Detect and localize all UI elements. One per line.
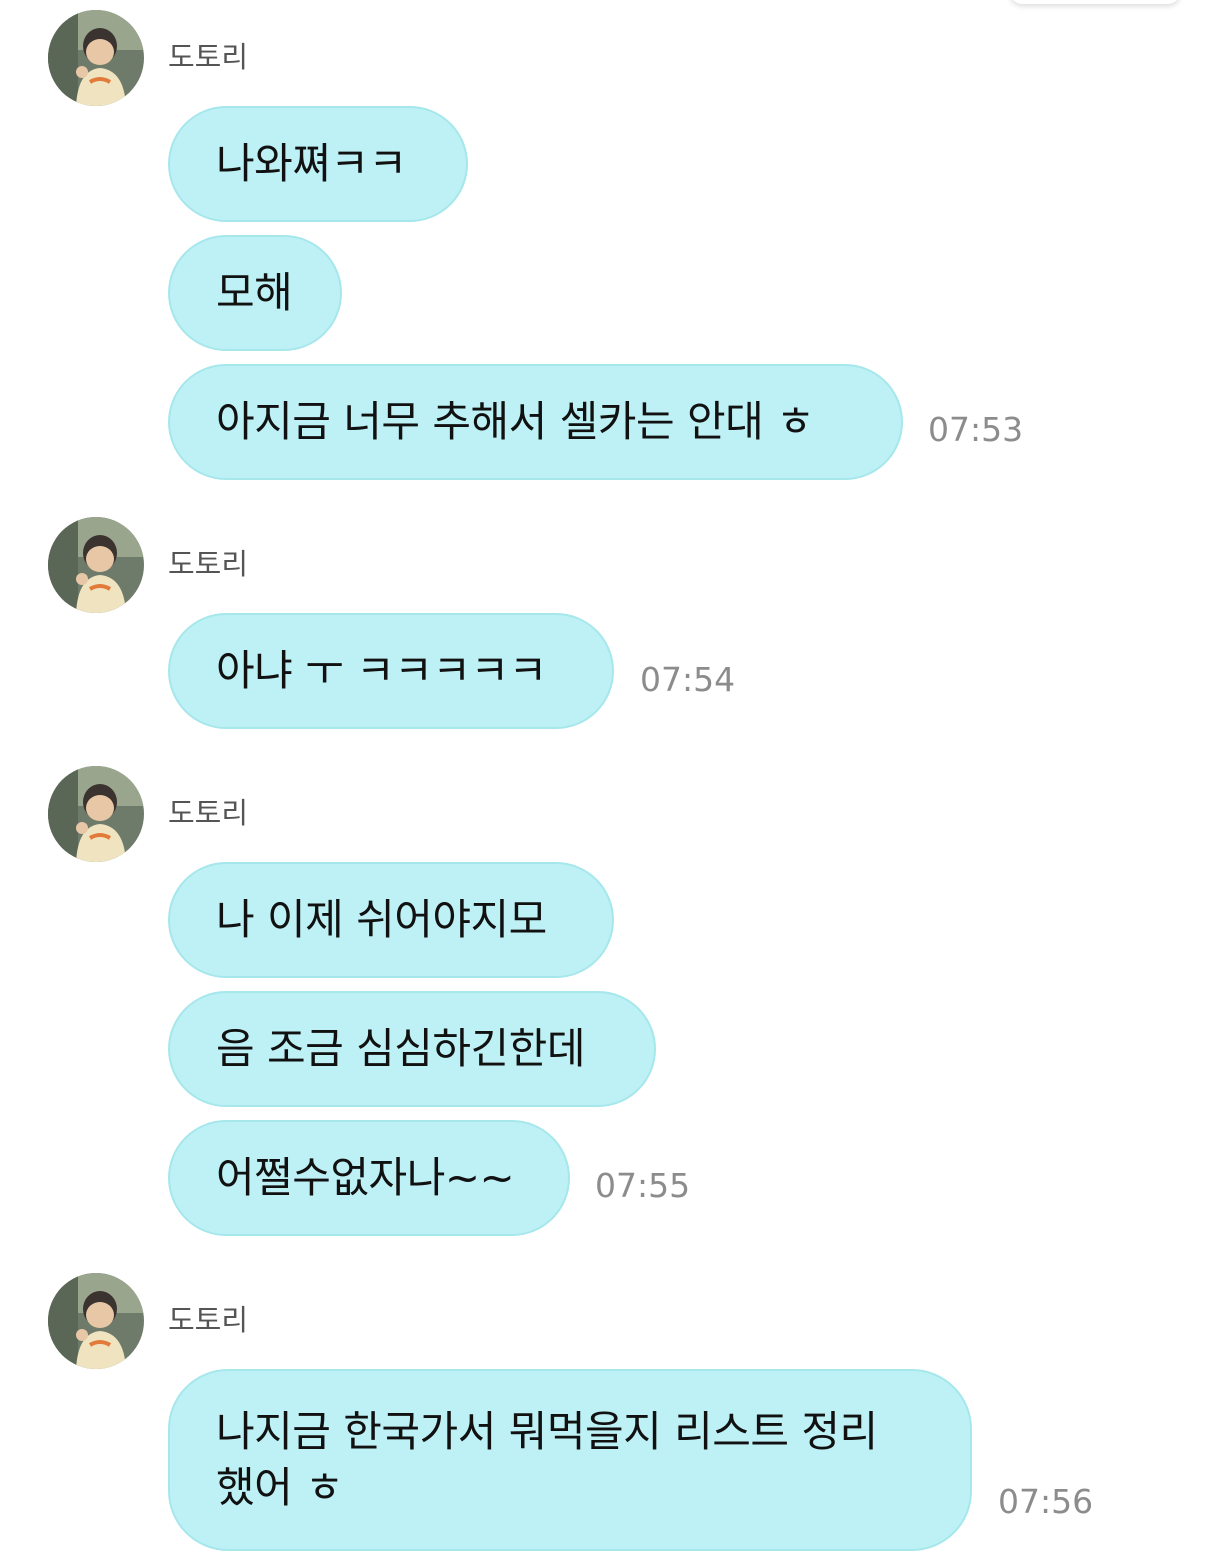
timestamp: 07:53 [928,410,1024,449]
profile-photo [48,10,144,106]
message-bubble[interactable]: 아냐 ㅜ ㅋㅋㅋㅋㅋ [168,613,614,729]
timestamp: 07:56 [998,1482,1094,1521]
avatar[interactable] [48,1273,144,1369]
avatar[interactable] [48,766,144,862]
message-bubble[interactable]: 어쩔수없자나~~ [168,1120,570,1236]
message-bubble[interactable]: 아지금 너무 추해서 셀카는 안대 ㅎ [168,364,903,480]
avatar[interactable] [48,10,144,106]
message-bubble[interactable]: 모해 [168,235,342,351]
message-bubble[interactable]: 나 이제 쉬어야지모 [168,862,614,978]
message-bubble[interactable]: 나와쪄ㅋㅋ [168,106,468,222]
avatar[interactable] [48,517,144,613]
message-bubble[interactable]: 나지금 한국가서 뭐먹을지 리스트 정리 했어 ㅎ [168,1369,972,1551]
top-sheet-handle [1010,0,1180,4]
sender-name: 도토리 [168,796,249,830]
profile-photo [48,1273,144,1369]
sender-name: 도토리 [168,1303,249,1337]
message-bubble[interactable]: 음 조금 심심하긴한데 [168,991,656,1107]
profile-photo [48,766,144,862]
timestamp: 07:54 [640,660,736,699]
sender-name: 도토리 [168,547,249,581]
profile-photo [48,517,144,613]
timestamp: 07:55 [595,1166,691,1205]
sender-name: 도토리 [168,40,249,74]
